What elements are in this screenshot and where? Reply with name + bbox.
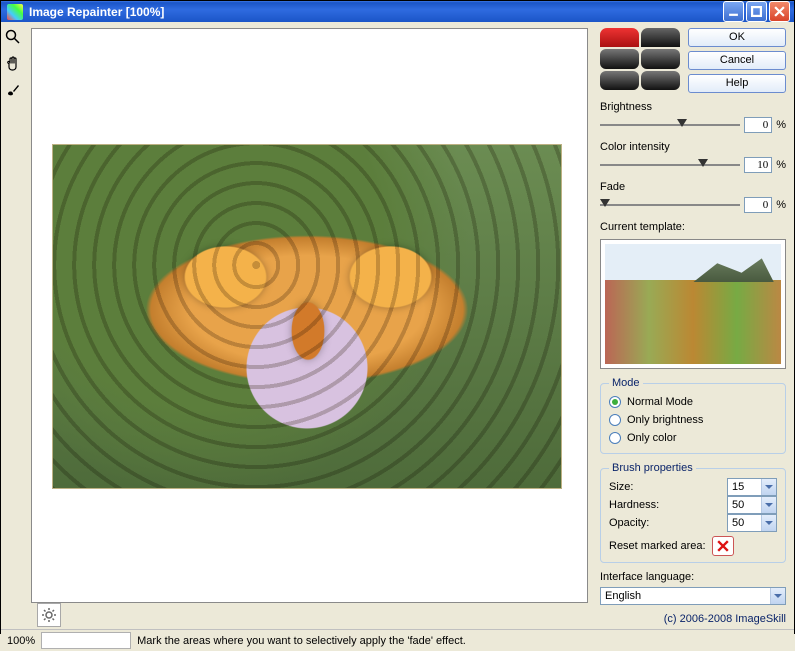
- minimize-button[interactable]: [723, 1, 744, 22]
- status-bar: 100% Mark the areas where you want to se…: [1, 629, 794, 651]
- language-combo[interactable]: English: [600, 587, 786, 605]
- fade-label: Fade: [600, 181, 786, 193]
- reset-button[interactable]: [712, 536, 734, 556]
- chevron-down-icon: [761, 497, 776, 513]
- ok-button[interactable]: OK: [688, 28, 786, 47]
- cancel-button[interactable]: Cancel: [688, 51, 786, 70]
- hand-tool-icon[interactable]: [4, 54, 22, 72]
- reset-label: Reset marked area:: [609, 540, 706, 552]
- help-button[interactable]: Help: [688, 74, 786, 93]
- current-template-label: Current template:: [600, 221, 786, 233]
- fade-slider[interactable]: [600, 200, 740, 210]
- color-intensity-label: Color intensity: [600, 141, 786, 153]
- opacity-label: Opacity:: [609, 517, 721, 529]
- template-preview[interactable]: [600, 239, 786, 369]
- chevron-down-icon: [761, 515, 776, 531]
- hardness-combo[interactable]: 50: [727, 496, 777, 514]
- canvas[interactable]: [31, 28, 588, 603]
- mode-brightness[interactable]: Only brightness: [609, 411, 777, 429]
- status-progress: [41, 632, 131, 649]
- color-intensity-slider[interactable]: [600, 160, 740, 170]
- brush-tool-icon[interactable]: [4, 80, 22, 98]
- chevron-down-icon: [761, 479, 776, 495]
- side-panel: OK Cancel Help Brightness 0 % Color inte…: [594, 22, 794, 629]
- mode-legend: Mode: [609, 377, 643, 389]
- brightness-label: Brightness: [600, 101, 786, 113]
- preview-image: [52, 144, 562, 489]
- color-intensity-value[interactable]: 10: [744, 157, 772, 173]
- zoom-tool-icon[interactable]: [4, 28, 22, 46]
- maximize-button[interactable]: [746, 1, 767, 22]
- opacity-combo[interactable]: 50: [727, 514, 777, 532]
- template-image: [605, 244, 781, 364]
- mode-group: Mode Normal Mode Only brightness Only co…: [600, 377, 786, 454]
- mode-color[interactable]: Only color: [609, 429, 777, 447]
- fade-value[interactable]: 0: [744, 197, 772, 213]
- brightness-slider[interactable]: [600, 120, 740, 130]
- titlebar: Image Repainter [100%]: [1, 1, 794, 22]
- logo: [600, 28, 680, 90]
- radio-icon: [609, 432, 621, 444]
- copyright: (c) 2006-2008 ImageSkill: [600, 613, 786, 625]
- brush-legend: Brush properties: [609, 462, 696, 474]
- brush-group: Brush properties Size: 15 Hardness: 50 O…: [600, 462, 786, 563]
- chevron-down-icon: [770, 588, 785, 604]
- app-icon: [7, 4, 23, 20]
- close-button[interactable]: [769, 1, 790, 22]
- size-label: Size:: [609, 481, 721, 493]
- mode-normal[interactable]: Normal Mode: [609, 393, 777, 411]
- lang-label: Interface language:: [600, 571, 786, 583]
- settings-gear-icon[interactable]: [37, 603, 61, 627]
- status-hint: Mark the areas where you want to selecti…: [137, 635, 788, 647]
- tool-column: [1, 22, 25, 629]
- radio-icon: [609, 414, 621, 426]
- brightness-value[interactable]: 0: [744, 117, 772, 133]
- hardness-label: Hardness:: [609, 499, 721, 511]
- window-title: Image Repainter [100%]: [29, 5, 723, 19]
- radio-icon: [609, 396, 621, 408]
- zoom-level: 100%: [7, 635, 35, 647]
- size-combo[interactable]: 15: [727, 478, 777, 496]
